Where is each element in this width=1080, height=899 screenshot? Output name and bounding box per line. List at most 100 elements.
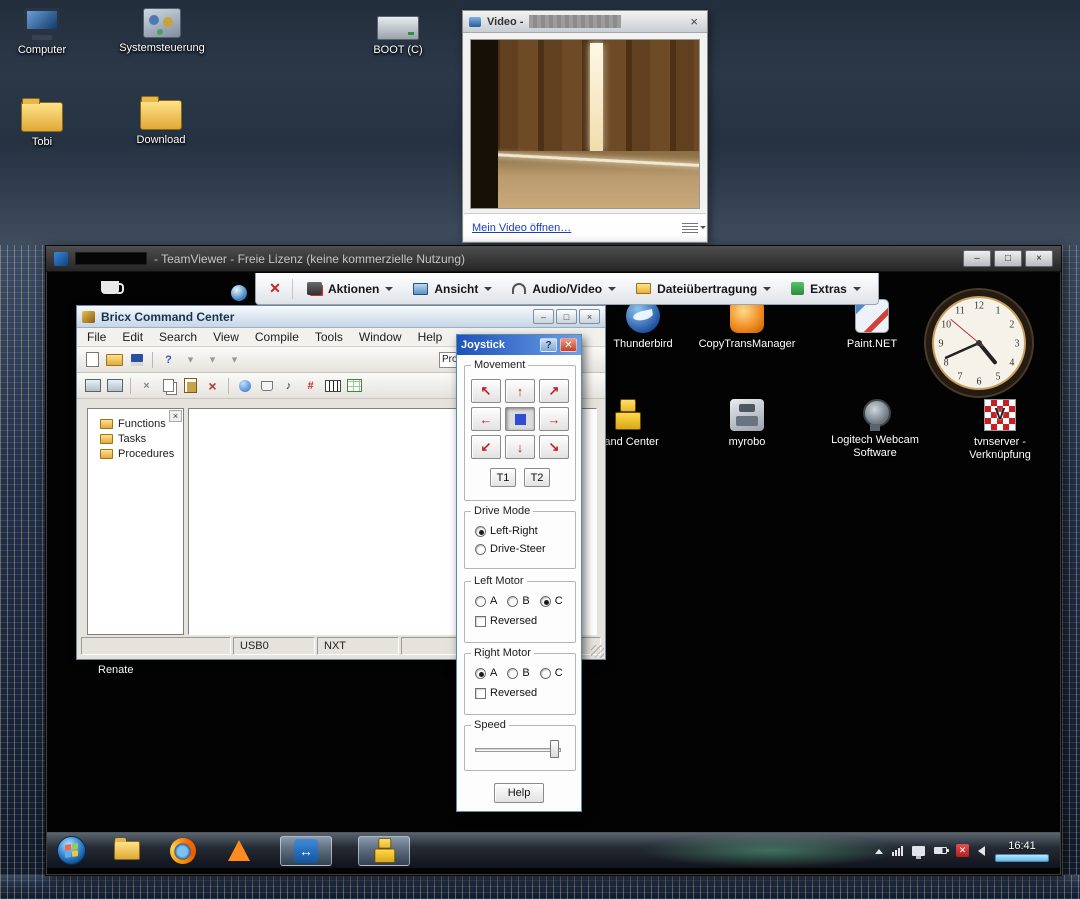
new-file-icon[interactable] — [83, 351, 102, 369]
joystick-tool-icon[interactable] — [301, 377, 320, 395]
keys-tool-icon[interactable] — [323, 377, 342, 395]
left-motor-reversed-checkbox[interactable]: Reversed — [475, 615, 575, 627]
desktop-icon-paintnet[interactable]: Paint.NET — [827, 299, 917, 351]
menu-edit[interactable]: Edit — [122, 330, 143, 344]
volume-icon[interactable] — [978, 846, 985, 856]
video-window-titlebar[interactable]: Video - × — [463, 11, 707, 33]
brick-tool-icon[interactable] — [257, 377, 276, 395]
move-down-right-button[interactable]: ↘ — [539, 435, 569, 459]
menu-tools[interactable]: Tools — [315, 330, 343, 344]
stop-menu-icon[interactable] — [225, 351, 244, 369]
menu-aktionen[interactable]: Aktionen — [297, 273, 403, 304]
signal-strength-icon[interactable] — [892, 846, 903, 856]
bricx-titlebar[interactable]: Bricx Command Center — [77, 306, 605, 328]
close-button[interactable] — [579, 309, 600, 324]
delete-icon[interactable] — [203, 377, 222, 395]
speed-slider-track[interactable] — [475, 748, 561, 752]
help-button[interactable]: Help — [494, 783, 544, 803]
menu-window[interactable]: Window — [359, 330, 402, 344]
clock-gadget[interactable]: 123456789101112 — [923, 287, 1035, 399]
teamviewer-titlebar[interactable]: - TeamViewer - Freie Lizenz (keine komme… — [46, 246, 1061, 272]
desktop-icon-copytransmanager[interactable]: CopyTransManager — [691, 299, 803, 351]
resize-grip[interactable] — [591, 645, 604, 658]
panel-close-icon[interactable]: × — [169, 410, 182, 422]
desktop-icon-myrobo[interactable]: myrobo — [707, 399, 787, 449]
right-motor-c-radio[interactable]: C — [540, 667, 563, 679]
templates-window-icon[interactable] — [83, 377, 102, 395]
copy-icon[interactable] — [159, 377, 178, 395]
desktop-icon-thunderbird[interactable]: Thunderbird — [595, 299, 691, 351]
close-button[interactable] — [1025, 250, 1053, 267]
minimize-button[interactable] — [533, 309, 554, 324]
t2-button[interactable]: T2 — [524, 468, 550, 487]
open-my-video-link[interactable]: Mein Video öffnen… — [472, 222, 571, 234]
speed-slider-thumb[interactable] — [550, 740, 559, 758]
desktop-icon-download[interactable]: Download — [128, 100, 194, 147]
drive-mode-drive-steer-radio[interactable]: Drive-Steer — [475, 543, 575, 555]
tree-item-functions[interactable]: Functions — [100, 418, 179, 430]
datalog-tool-icon[interactable] — [345, 377, 364, 395]
dialog-close-button[interactable] — [560, 338, 577, 352]
desktop-icon-tvnserver[interactable]: tvnserver - Verknüpfung — [959, 399, 1041, 462]
tray-expand-icon[interactable] — [875, 845, 883, 854]
move-left-button[interactable]: ← — [471, 407, 501, 431]
desktop-icon-logitech-webcam[interactable]: Logitech Webcam Software — [829, 399, 921, 460]
move-up-right-button[interactable]: ↗ — [539, 379, 569, 403]
right-motor-reversed-checkbox[interactable]: Reversed — [475, 687, 575, 699]
desktop-icon-tobi[interactable]: Tobi — [10, 102, 74, 149]
taskbar-clock-area[interactable]: 16:41 — [994, 840, 1050, 862]
move-down-button[interactable]: ↓ — [505, 435, 535, 459]
globe-icon[interactable] — [231, 285, 247, 301]
desktop-icon-boot-drive[interactable]: BOOT (C) — [366, 16, 430, 57]
cup-icon[interactable] — [101, 281, 119, 294]
taskbar-vlc-button[interactable] — [224, 836, 254, 866]
t1-button[interactable]: T1 — [490, 468, 516, 487]
battery-icon[interactable] — [934, 847, 947, 854]
menu-audio-video[interactable]: Audio/Video — [502, 273, 626, 304]
taskbar-explorer-button[interactable] — [112, 836, 142, 866]
cut-icon[interactable] — [137, 377, 156, 395]
network-icon[interactable] — [912, 846, 925, 856]
close-session-button[interactable]: ✕ — [262, 280, 288, 297]
menu-file[interactable]: File — [87, 330, 106, 344]
move-up-button[interactable]: ↑ — [505, 379, 535, 403]
maximize-button[interactable] — [994, 250, 1022, 267]
desktop-icon-computer[interactable]: Computer — [10, 8, 74, 57]
taskbar-firefox-button[interactable] — [168, 836, 198, 866]
menu-extras[interactable]: Extras — [781, 273, 871, 304]
code-window-icon[interactable] — [105, 377, 124, 395]
compile-menu-icon[interactable] — [181, 351, 200, 369]
taskbar-teamviewer-button[interactable] — [280, 836, 332, 866]
taskbar-robot-app-button[interactable] — [358, 836, 410, 866]
menu-help[interactable]: Help — [418, 330, 443, 344]
menu-dateiuebertragung[interactable]: Dateiübertragung — [626, 273, 781, 304]
left-motor-b-radio[interactable]: B — [507, 595, 529, 607]
move-right-button[interactable]: → — [539, 407, 569, 431]
piano-tool-icon[interactable] — [279, 377, 298, 395]
drive-mode-left-right-radio[interactable]: Left-Right — [475, 525, 575, 537]
maximize-button[interactable] — [556, 309, 577, 324]
run-menu-icon[interactable] — [203, 351, 222, 369]
joystick-titlebar[interactable]: Joystick — [457, 335, 581, 355]
video-window-close-button[interactable]: × — [687, 15, 701, 28]
start-button[interactable] — [57, 836, 86, 865]
left-motor-a-radio[interactable]: A — [475, 595, 497, 607]
desktop-icon-label-renate[interactable]: Renate — [98, 664, 133, 676]
menu-ansicht[interactable]: Ansicht — [403, 273, 502, 304]
right-motor-b-radio[interactable]: B — [507, 667, 529, 679]
tree-item-procedures[interactable]: Procedures — [100, 448, 179, 460]
menu-view[interactable]: View — [213, 330, 239, 344]
dialog-help-button[interactable] — [540, 338, 557, 352]
video-menu-icon[interactable] — [682, 223, 698, 233]
menu-compile[interactable]: Compile — [255, 330, 299, 344]
menu-search[interactable]: Search — [159, 330, 197, 344]
tree-item-tasks[interactable]: Tasks — [100, 433, 179, 445]
desktop-icon-systemsteuerung[interactable]: Systemsteuerung — [114, 8, 210, 55]
help-icon[interactable] — [159, 351, 178, 369]
left-motor-c-radio[interactable]: C — [540, 595, 563, 607]
minimize-button[interactable] — [963, 250, 991, 267]
open-file-icon[interactable] — [105, 351, 124, 369]
alert-icon[interactable] — [956, 844, 969, 857]
move-up-left-button[interactable]: ↖ — [471, 379, 501, 403]
stop-button[interactable] — [505, 407, 535, 431]
